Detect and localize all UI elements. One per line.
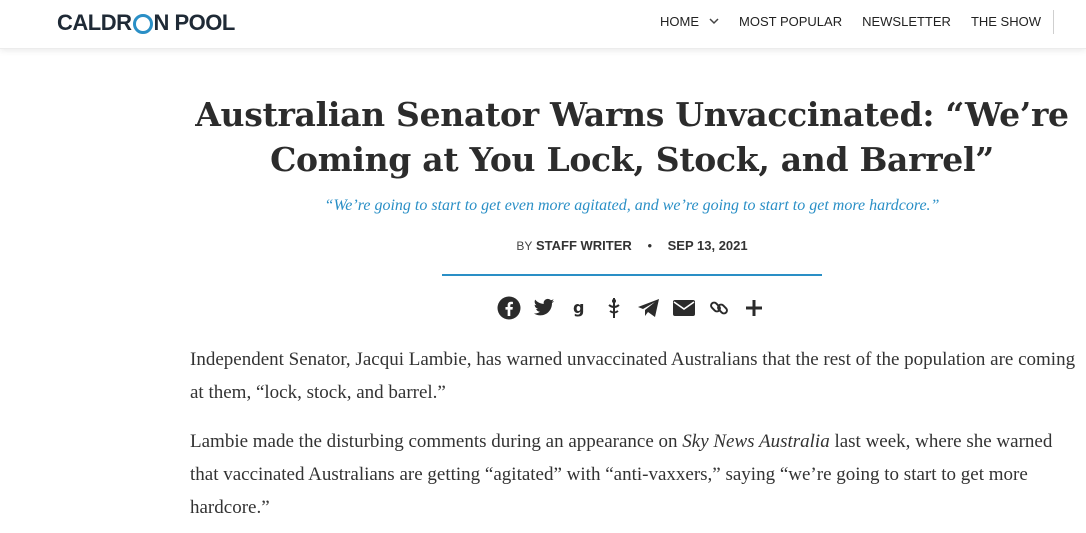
sky-news-australia-mention: Sky News Australia bbox=[682, 431, 830, 452]
publish-date: SEP 13, 2021 bbox=[667, 238, 748, 253]
site-header: CALDR N POOL HOME MOST POPULAR NEWSLETTER… bbox=[0, 0, 1086, 49]
title-divider bbox=[442, 274, 822, 276]
logo-text-right: N POOL bbox=[153, 10, 236, 35]
svg-text:g: g bbox=[573, 298, 584, 317]
facebook-icon[interactable] bbox=[497, 296, 521, 320]
nav-divider bbox=[1053, 10, 1054, 34]
article-paragraph-1: Independent Senator, Jacqui Lambie, has … bbox=[190, 349, 1076, 403]
logo-o-ring-icon bbox=[132, 14, 153, 34]
article-title-line-1: Australian Senator Warns Unvaccinated: “… bbox=[195, 95, 1069, 134]
article-title-line-2: Coming at You Lock, Stock, and Barrel” bbox=[270, 140, 994, 179]
byline-separator: • bbox=[647, 238, 652, 253]
author-link[interactable]: STAFF WRITER bbox=[536, 238, 632, 253]
gab-icon[interactable] bbox=[602, 296, 626, 320]
article-subtitle: “We’re going to start to get even more a… bbox=[324, 197, 940, 214]
chevron-down-icon[interactable] bbox=[709, 16, 719, 28]
nav-the-show[interactable]: THE SHOW bbox=[971, 14, 1041, 29]
logo-text-left: CALDR bbox=[57, 10, 132, 35]
by-label: BY bbox=[516, 239, 533, 253]
article-paragraph-2: Lambie made the disturbing comments duri… bbox=[190, 425, 1080, 524]
telegram-icon[interactable] bbox=[637, 296, 661, 320]
site-logo[interactable]: CALDR N POOL bbox=[57, 10, 235, 36]
article-title: Australian Senator Warns Unvaccinated: “… bbox=[190, 92, 1074, 182]
gettr-icon[interactable]: g bbox=[567, 296, 591, 320]
nav-newsletter[interactable]: NEWSLETTER bbox=[862, 14, 951, 29]
paragraph-2-text-before: Lambie made the disturbing comments duri… bbox=[190, 431, 683, 452]
byline: BY STAFF WRITER • SEP 13, 2021 bbox=[190, 238, 1074, 253]
more-plus-icon[interactable] bbox=[742, 296, 766, 320]
nav-home[interactable]: HOME bbox=[660, 14, 699, 29]
nav-most-popular[interactable]: MOST POPULAR bbox=[739, 14, 842, 29]
share-bar: g bbox=[497, 296, 777, 320]
main-nav: HOME MOST POPULAR NEWSLETTER THE SHOW bbox=[640, 10, 1054, 34]
twitter-icon[interactable] bbox=[532, 296, 556, 320]
copy-link-icon[interactable] bbox=[707, 296, 731, 320]
email-icon[interactable] bbox=[672, 296, 696, 320]
